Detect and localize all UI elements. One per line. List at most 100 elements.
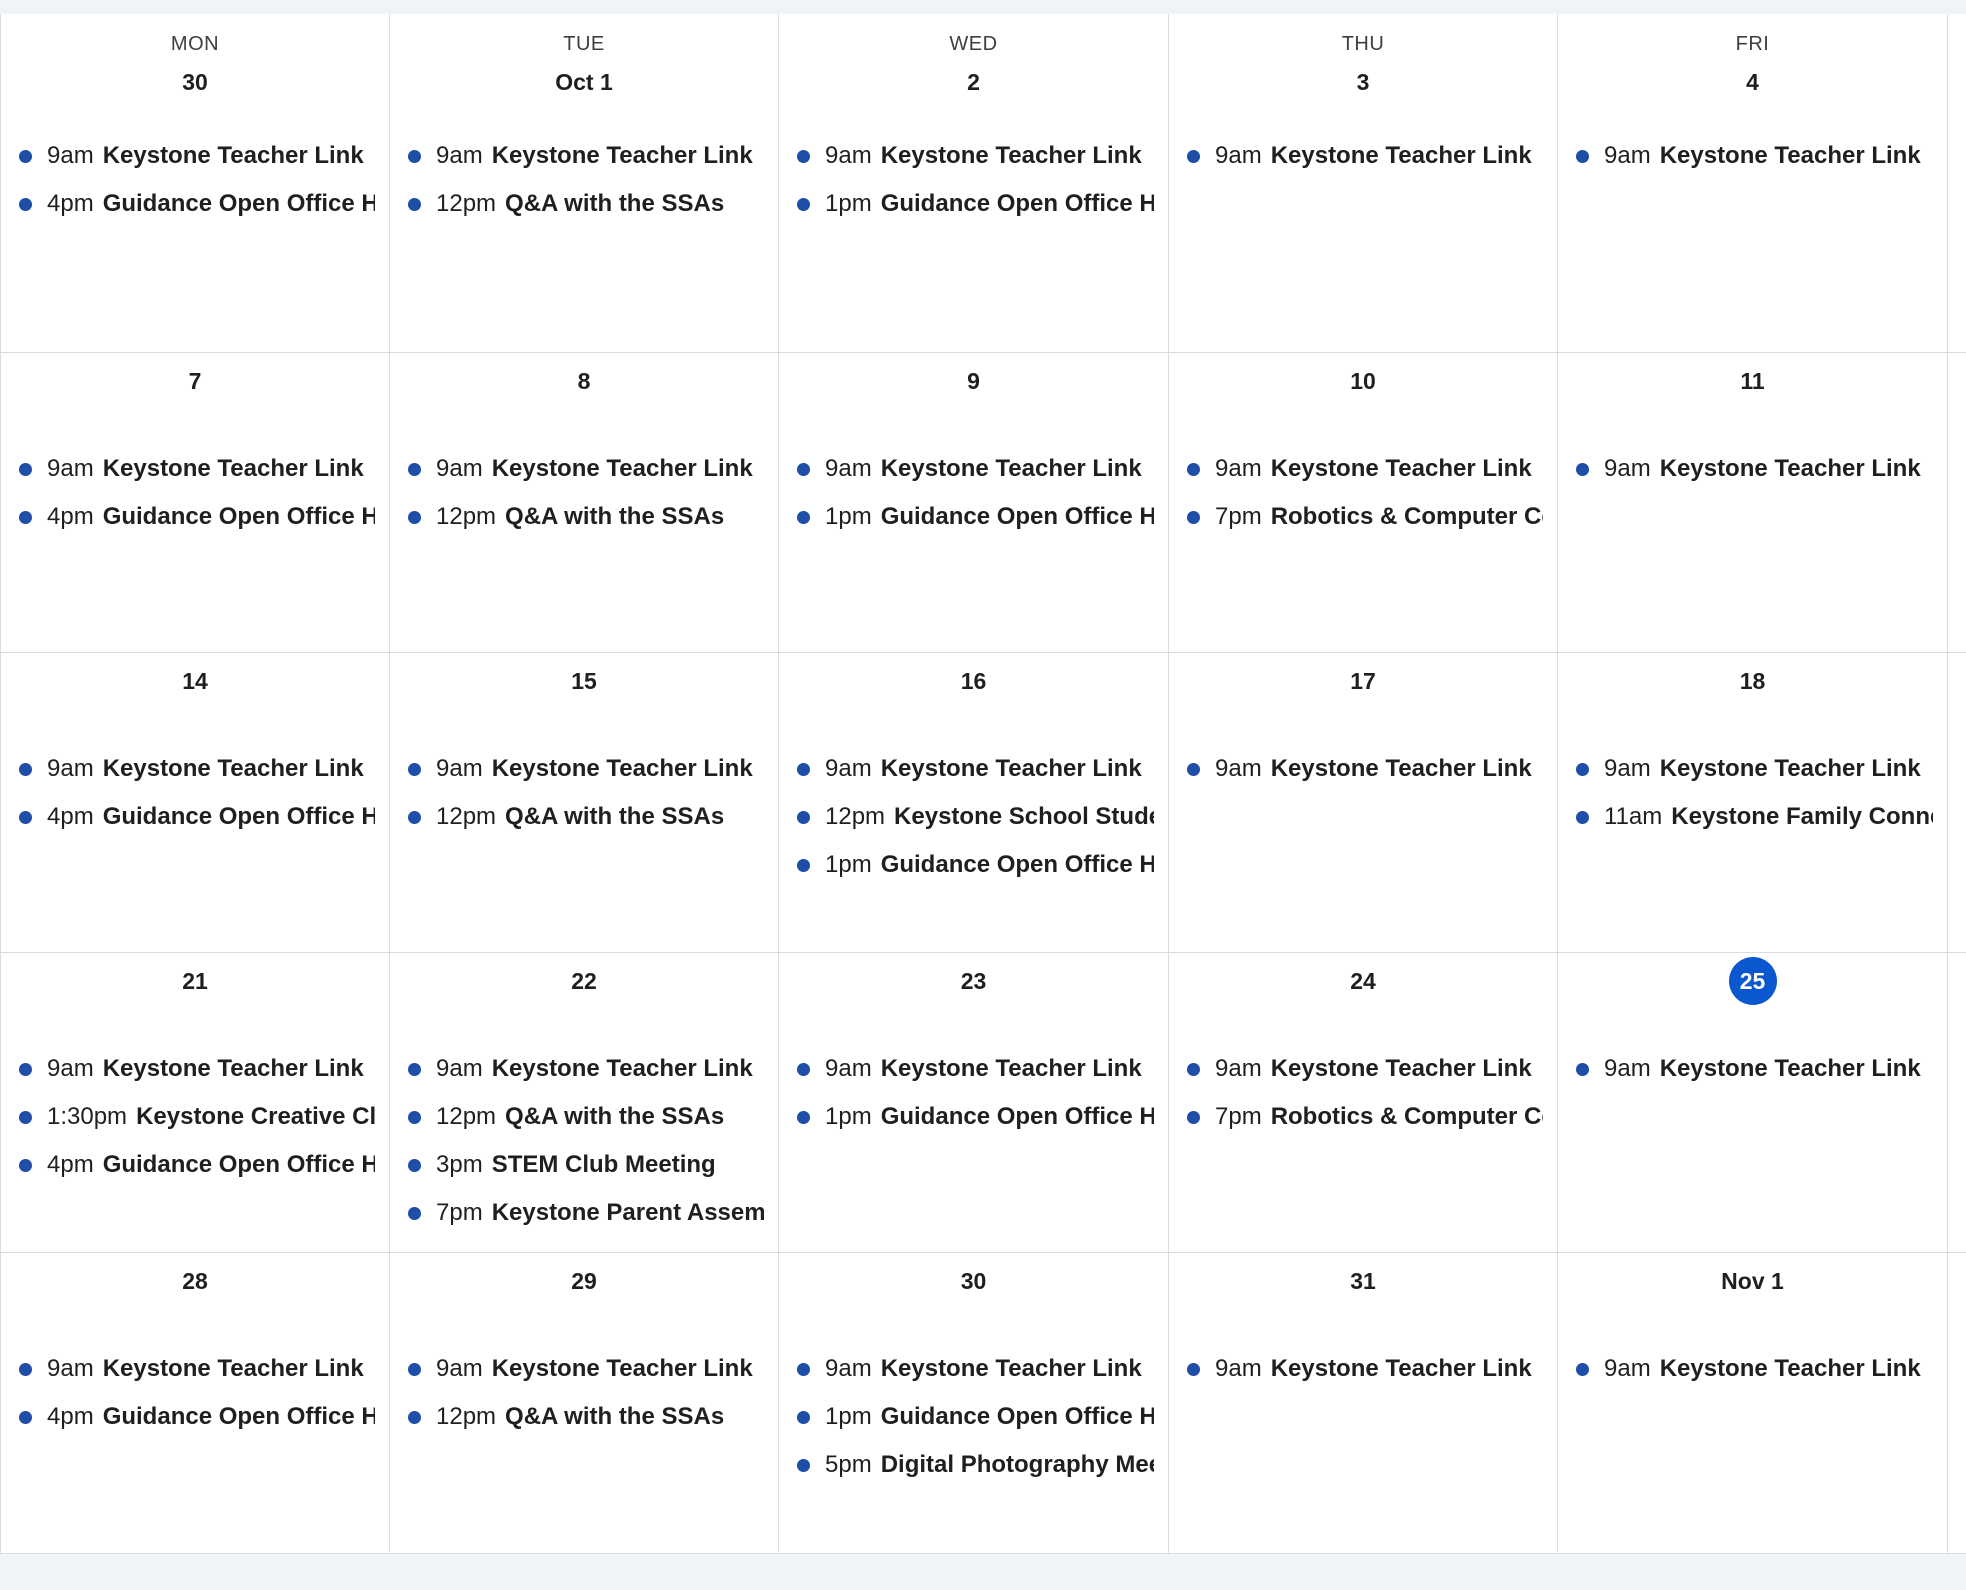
event-chip[interactable]: 12pm Keystone School Studer bbox=[797, 793, 1154, 841]
event-chip[interactable]: 1:30pm Keystone Creative Clu bbox=[19, 1093, 375, 1141]
day-cell[interactable]: 21 9am Keystone Teacher Link 1:30pm Keystone… bbox=[0, 953, 390, 1253]
date-number[interactable]: 24 bbox=[1341, 959, 1385, 1003]
date-number[interactable]: 22 bbox=[562, 959, 606, 1003]
event-chip[interactable]: 9am Keystone Teacher Link bbox=[19, 1045, 375, 1093]
event-chip[interactable]: 9am Keystone Teacher Link bbox=[797, 132, 1154, 180]
date-number[interactable]: 7 bbox=[173, 359, 217, 403]
date-number[interactable]: 16 bbox=[952, 659, 996, 703]
event-list: 9am Keystone Teacher Link bbox=[1169, 1345, 1557, 1393]
date-number[interactable]: 10 bbox=[1341, 359, 1385, 403]
day-cell[interactable]: 15 9am Keystone Teacher Link 12pm Q&A with t… bbox=[390, 653, 779, 953]
date-number[interactable]: 31 bbox=[1341, 1259, 1385, 1303]
event-chip[interactable]: 1pm Guidance Open Office H bbox=[797, 1393, 1154, 1441]
day-cell[interactable]: 28 9am Keystone Teacher Link 4pm Guidance Op… bbox=[0, 1253, 390, 1554]
event-chip[interactable]: 7pm Keystone Parent Asseml bbox=[408, 1189, 764, 1237]
date-number[interactable]: 30 bbox=[173, 60, 217, 104]
date-number[interactable]: 11 bbox=[1731, 359, 1775, 403]
event-chip[interactable]: 12pm Q&A with the SSAs bbox=[408, 493, 764, 541]
day-cell[interactable]: 18 9am Keystone Teacher Link 11am Keystone F… bbox=[1558, 653, 1948, 953]
day-cell[interactable]: 25 9am Keystone Teacher Link bbox=[1558, 953, 1948, 1253]
event-chip[interactable]: 12pm Q&A with the SSAs bbox=[408, 1093, 764, 1141]
event-chip[interactable]: 9am Keystone Teacher Link bbox=[1187, 1045, 1543, 1093]
event-chip[interactable]: 9am Keystone Teacher Link bbox=[19, 1345, 375, 1393]
event-chip[interactable]: 12pm Q&A with the SSAs bbox=[408, 1393, 764, 1441]
date-number[interactable]: 8 bbox=[562, 359, 606, 403]
event-chip[interactable]: 9am Keystone Teacher Link bbox=[19, 745, 375, 793]
event-chip[interactable]: 12pm Q&A with the SSAs bbox=[408, 180, 764, 228]
event-chip[interactable]: 4pm Guidance Open Office H bbox=[19, 180, 375, 228]
day-cell[interactable]: THU 3 9am Keystone Teacher Link bbox=[1169, 14, 1558, 353]
date-number[interactable]: 23 bbox=[952, 959, 996, 1003]
event-chip[interactable]: 9am Keystone Teacher Link bbox=[19, 445, 375, 493]
event-chip[interactable]: 9am Keystone Teacher Link bbox=[408, 1345, 764, 1393]
today-date-number[interactable]: 25 bbox=[1728, 957, 1777, 1005]
day-cell[interactable]: 24 9am Keystone Teacher Link 7pm Robotics & … bbox=[1169, 953, 1558, 1253]
event-chip[interactable]: 7pm Robotics & Computer Cc bbox=[1187, 493, 1543, 541]
date-number[interactable]: 15 bbox=[562, 659, 606, 703]
day-cell[interactable]: WED 2 9am Keystone Teacher Link 1pm Guidance … bbox=[779, 14, 1169, 353]
day-cell[interactable]: 14 9am Keystone Teacher Link 4pm Guidance Op… bbox=[0, 653, 390, 953]
day-cell[interactable]: 9 9am Keystone Teacher Link 1pm Guidance Ope… bbox=[779, 353, 1169, 653]
event-chip[interactable]: 9am Keystone Teacher Link bbox=[797, 1345, 1154, 1393]
event-chip[interactable]: 1pm Guidance Open Office H bbox=[797, 180, 1154, 228]
date-number[interactable]: 9 bbox=[952, 359, 996, 403]
date-number[interactable]: 2 bbox=[952, 60, 996, 104]
date-number[interactable]: 14 bbox=[173, 659, 217, 703]
day-cell[interactable]: 29 9am Keystone Teacher Link 12pm Q&A with t… bbox=[390, 1253, 779, 1554]
event-chip[interactable]: 9am Keystone Teacher Link bbox=[1576, 132, 1933, 180]
day-cell[interactable]: 31 9am Keystone Teacher Link bbox=[1169, 1253, 1558, 1554]
event-chip[interactable]: 9am Keystone Teacher Link bbox=[1187, 132, 1543, 180]
event-chip[interactable]: 9am Keystone Teacher Link bbox=[1187, 745, 1543, 793]
day-cell[interactable]: 11 9am Keystone Teacher Link bbox=[1558, 353, 1948, 653]
date-number[interactable]: 17 bbox=[1341, 659, 1385, 703]
event-chip[interactable]: 9am Keystone Teacher Link bbox=[408, 132, 764, 180]
event-chip[interactable]: 1pm Guidance Open Office H bbox=[797, 1093, 1154, 1141]
day-cell[interactable]: TUE Oct 1 9am Keystone Teacher Link 12pm Q&A … bbox=[390, 14, 779, 353]
date-number[interactable]: 3 bbox=[1341, 60, 1385, 104]
day-cell[interactable]: 8 9am Keystone Teacher Link 12pm Q&A with th… bbox=[390, 353, 779, 653]
date-number[interactable]: 18 bbox=[1731, 659, 1775, 703]
day-cell[interactable]: 23 9am Keystone Teacher Link 1pm Guidance Op… bbox=[779, 953, 1169, 1253]
day-cell[interactable]: MON 30 9am Keystone Teacher Link 4pm Guidance… bbox=[0, 14, 390, 353]
event-chip[interactable]: 9am Keystone Teacher Link bbox=[1576, 445, 1933, 493]
day-cell[interactable]: Nov 1 9am Keystone Teacher Link bbox=[1558, 1253, 1948, 1554]
event-chip[interactable]: 9am Keystone Teacher Link bbox=[408, 1045, 764, 1093]
event-chip[interactable]: 1pm Guidance Open Office H bbox=[797, 841, 1154, 889]
event-chip[interactable]: 4pm Guidance Open Office H bbox=[19, 1141, 375, 1189]
event-chip[interactable]: 5pm Digital Photography Mee bbox=[797, 1441, 1154, 1489]
event-chip[interactable]: 12pm Q&A with the SSAs bbox=[408, 793, 764, 841]
day-cell[interactable]: 17 9am Keystone Teacher Link bbox=[1169, 653, 1558, 953]
event-chip[interactable]: 9am Keystone Teacher Link bbox=[797, 745, 1154, 793]
date-number[interactable]: 21 bbox=[173, 959, 217, 1003]
day-cell[interactable]: FRI 4 9am Keystone Teacher Link bbox=[1558, 14, 1948, 353]
event-chip[interactable]: 9am Keystone Teacher Link bbox=[1576, 745, 1933, 793]
event-dot-icon bbox=[19, 1410, 32, 1424]
event-chip[interactable]: 3pm STEM Club Meeting bbox=[408, 1141, 764, 1189]
day-cell[interactable]: 22 9am Keystone Teacher Link 12pm Q&A with t… bbox=[390, 953, 779, 1253]
event-chip[interactable]: 9am Keystone Teacher Link bbox=[1576, 1045, 1933, 1093]
date-number[interactable]: 28 bbox=[173, 1259, 217, 1303]
day-cell[interactable]: 7 9am Keystone Teacher Link 4pm Guidance Ope… bbox=[0, 353, 390, 653]
event-chip[interactable]: 9am Keystone Teacher Link bbox=[1187, 1345, 1543, 1393]
day-cell[interactable]: 30 9am Keystone Teacher Link 1pm Guidance Op… bbox=[779, 1253, 1169, 1554]
event-chip[interactable]: 9am Keystone Teacher Link bbox=[797, 445, 1154, 493]
event-chip[interactable]: 9am Keystone Teacher Link bbox=[1187, 445, 1543, 493]
day-cell[interactable]: 16 9am Keystone Teacher Link 12pm Keystone S… bbox=[779, 653, 1169, 953]
event-chip[interactable]: 4pm Guidance Open Office H bbox=[19, 493, 375, 541]
event-chip[interactable]: 1pm Guidance Open Office H bbox=[797, 493, 1154, 541]
date-number[interactable]: Oct 1 bbox=[555, 60, 613, 104]
event-chip[interactable]: 4pm Guidance Open Office H bbox=[19, 793, 375, 841]
date-number[interactable]: 29 bbox=[562, 1259, 606, 1303]
event-chip[interactable]: 11am Keystone Family Connec bbox=[1576, 793, 1933, 841]
event-chip[interactable]: 4pm Guidance Open Office H bbox=[19, 1393, 375, 1441]
event-chip[interactable]: 9am Keystone Teacher Link bbox=[408, 745, 764, 793]
event-chip[interactable]: 9am Keystone Teacher Link bbox=[797, 1045, 1154, 1093]
date-number[interactable]: 30 bbox=[952, 1259, 996, 1303]
event-chip[interactable]: 7pm Robotics & Computer Cc bbox=[1187, 1093, 1543, 1141]
event-chip[interactable]: 9am Keystone Teacher Link bbox=[408, 445, 764, 493]
event-chip[interactable]: 9am Keystone Teacher Link bbox=[19, 132, 375, 180]
event-chip[interactable]: 9am Keystone Teacher Link bbox=[1576, 1345, 1933, 1393]
date-number[interactable]: Nov 1 bbox=[1721, 1259, 1784, 1303]
day-cell[interactable]: 10 9am Keystone Teacher Link 7pm Robotics & … bbox=[1169, 353, 1558, 653]
date-number[interactable]: 4 bbox=[1731, 60, 1775, 104]
